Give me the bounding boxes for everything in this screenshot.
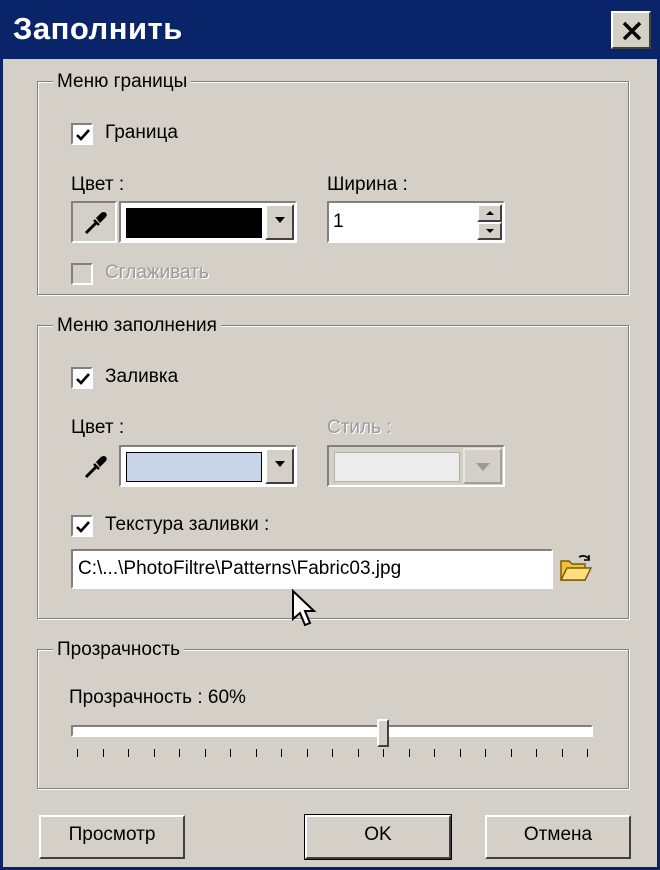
border-color-dropdown-button[interactable] [265,204,294,240]
border-width-value: 1 [333,211,344,232]
slider-tick [460,749,461,757]
slider-tick [128,749,129,757]
border-checkbox-label: Граница [105,122,178,143]
slider-tick [103,749,104,757]
cancel-button[interactable]: Отмена [485,815,631,859]
slider-tick [409,749,410,757]
title-bar: Заполнить [3,3,657,59]
checkmark-icon [76,373,90,385]
fill-style-dropdown-button[interactable] [463,448,502,484]
slider-tick [154,749,155,757]
checkmark-icon [76,521,90,533]
slider-ticks [71,749,593,759]
slider-tick [179,749,180,757]
fill-style-dropdown[interactable] [327,445,505,487]
slider-tick [307,749,308,757]
slider-tick [511,749,512,757]
fill-style-swatch [334,452,460,482]
mouse-cursor-icon [292,589,317,627]
window-title: Заполнить [13,11,183,46]
checkmark-icon [76,129,90,141]
chevron-down-icon [476,463,490,471]
texture-path-text: C:\...\PhotoFiltre\Patterns\Fabric03.jpg [78,558,402,579]
transparency-value-label: Прозрачность : 60% [69,687,246,708]
border-checkbox[interactable] [71,123,93,145]
open-texture-button[interactable] [559,551,595,585]
fill-checkbox-label: Заливка [105,366,179,387]
border-color-dropdown[interactable] [119,201,297,243]
fill-color-label: Цвет : [71,417,125,438]
preview-button[interactable]: Просмотр [39,815,185,859]
texture-checkbox-label: Текстура заливки : [105,514,270,535]
border-group-legend: Меню границы [53,71,192,93]
fill-color-dropdown[interactable] [119,445,297,487]
texture-checkbox[interactable] [71,515,93,537]
slider-tick [358,749,359,757]
chevron-down-icon [275,461,285,467]
slider-tick [587,749,588,757]
folder-open-icon [559,555,593,581]
chevron-down-icon [486,229,494,233]
border-eyedropper-button[interactable] [71,201,117,243]
smooth-checkbox[interactable] [71,263,93,285]
fill-group-legend: Меню заполнения [53,315,221,337]
close-button[interactable] [611,11,651,49]
slider-thumb[interactable] [377,719,389,747]
fill-checkbox[interactable] [71,367,93,389]
fill-eyedropper-button[interactable] [71,445,117,487]
border-width-spinner[interactable]: 1 [327,201,505,243]
slider-tick [205,749,206,757]
slider-tick [77,749,78,757]
texture-path-field[interactable]: C:\...\PhotoFiltre\Patterns\Fabric03.jpg [71,549,553,589]
eyedropper-icon [84,212,107,235]
slider-tick [230,749,231,757]
fill-color-swatch [126,452,262,482]
slider-tick [536,749,537,757]
chevron-down-icon [275,217,285,223]
slider-tick [256,749,257,757]
fill-dialog: Заполнить Меню границы Граница Цвет : Ши… [0,0,660,870]
slider-tick [281,749,282,757]
slider-tick [434,749,435,757]
slider-tick [332,749,333,757]
width-spin-down-button[interactable] [477,222,502,240]
slider-track [71,725,593,737]
ok-button[interactable]: OK [304,814,452,860]
border-color-swatch [126,208,262,238]
eyedropper-icon [84,456,107,479]
transparency-group-legend: Прозрачность [53,639,185,661]
slider-tick [485,749,486,757]
chevron-up-icon [486,211,494,215]
border-width-label: Ширина : [327,174,408,195]
border-color-label: Цвет : [71,174,125,195]
close-icon [622,21,642,41]
transparency-slider[interactable] [71,719,593,765]
width-spin-up-button[interactable] [477,204,502,222]
fill-color-dropdown-button[interactable] [265,448,294,484]
fill-style-label: Стиль : [327,417,392,438]
smooth-checkbox-label: Сглаживать [105,262,209,283]
slider-tick [562,749,563,757]
slider-tick [383,749,384,757]
